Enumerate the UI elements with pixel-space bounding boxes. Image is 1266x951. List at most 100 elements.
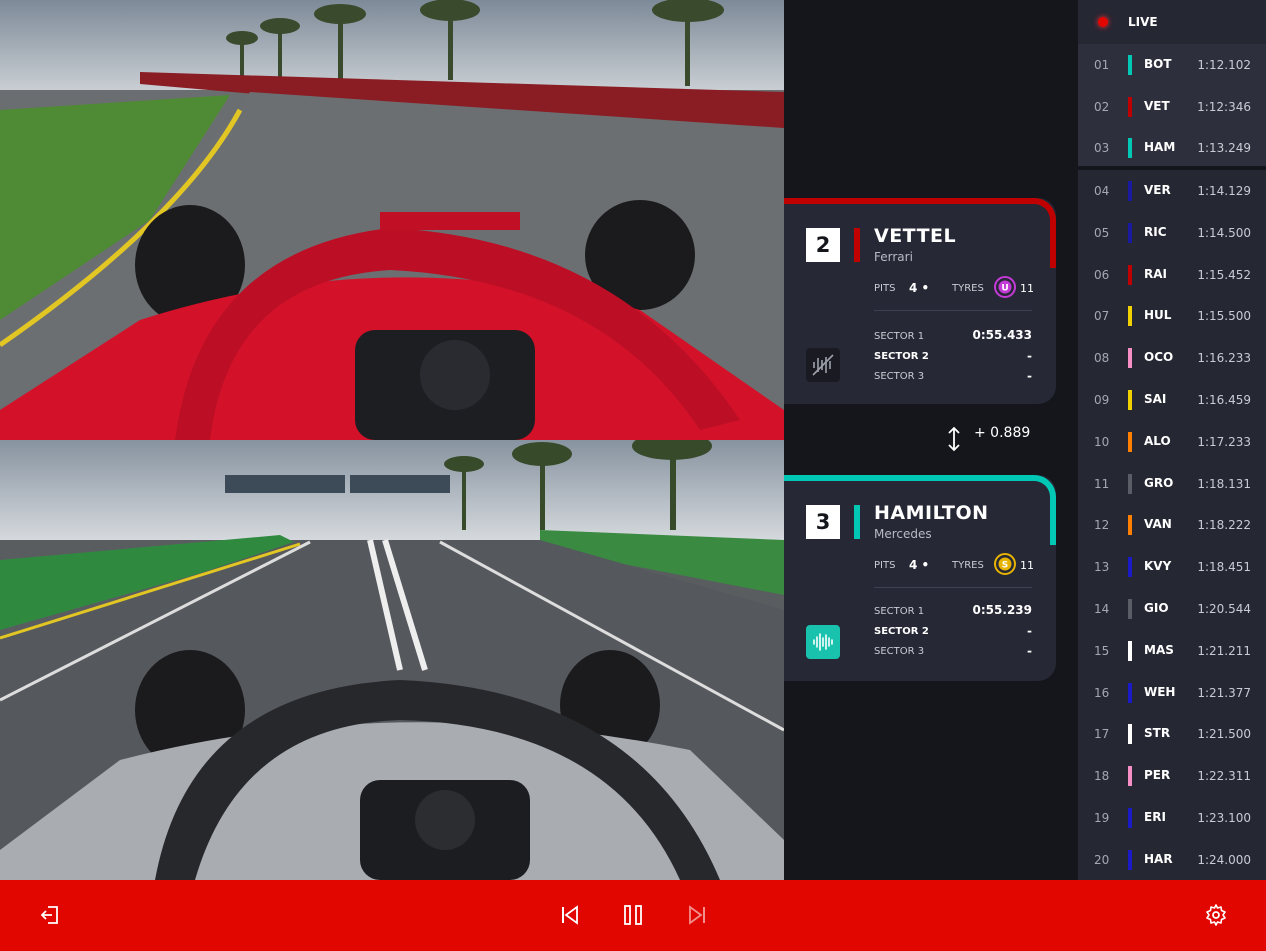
sector-3-time: - (1027, 644, 1032, 658)
team-color-bar (854, 228, 860, 262)
team-color-bar (1128, 222, 1132, 243)
sector-3-time: - (1027, 369, 1032, 383)
lap-time: 1:18.131 (1197, 476, 1251, 491)
row-position: 14 (1094, 602, 1110, 616)
leaderboard-row[interactable]: 13 KVY 1:18.451 (1078, 546, 1266, 588)
tyre-compound-icon: S (994, 553, 1016, 575)
sector-1-time: 0:55.433 (972, 328, 1032, 342)
lap-time: 1:21.211 (1197, 643, 1251, 658)
radio-waveform-icon[interactable] (806, 625, 840, 659)
team-color-bar (854, 505, 860, 539)
lap-time: 1:21.500 (1197, 727, 1251, 742)
team-color-bar (1128, 181, 1132, 201)
skip-previous-icon (562, 905, 578, 925)
leaderboard-row[interactable]: 14 GIO 1:20.544 (1078, 588, 1266, 630)
lap-time: 1:15.500 (1197, 309, 1251, 324)
row-position: 01 (1094, 58, 1110, 72)
driver-comparison-panel: 2 VETTEL Ferrari PITS 4 • TYRES U 11 SEC… (784, 0, 1078, 880)
row-position: 17 (1094, 727, 1110, 742)
sector-2-label: SECTOR 2 (874, 351, 929, 362)
previous-button[interactable] (556, 901, 584, 929)
driver-code: OCO (1144, 350, 1174, 365)
driver-code: RIC (1144, 224, 1167, 239)
radio-muted-icon[interactable] (806, 348, 840, 382)
driver-code: KVY (1144, 559, 1172, 574)
row-position: 09 (1094, 393, 1110, 407)
row-position: 11 (1094, 476, 1110, 491)
pits-label: PITS (874, 560, 896, 571)
lap-time: 1:23.100 (1197, 811, 1251, 825)
row-position: 19 (1094, 811, 1110, 825)
row-position: 05 (1094, 225, 1110, 240)
team-color-bar (1128, 264, 1132, 285)
leaderboard-row[interactable]: 10 ALO 1:17.233 (1078, 421, 1266, 463)
leaderboard-row[interactable]: 01 BOT 1:12.102 (1078, 44, 1266, 86)
sector-3-label: SECTOR 3 (874, 646, 925, 657)
row-position: 08 (1094, 351, 1110, 366)
tyres-label: TYRES (952, 283, 984, 294)
row-position: 13 (1094, 560, 1110, 575)
leaderboard-row[interactable]: 04 VER 1:14.129 (1078, 170, 1266, 212)
leaderboard-row[interactable]: 18 PER 1:22.311 (1078, 755, 1266, 797)
leaderboard-row[interactable]: 12 VAN 1:18.222 (1078, 504, 1266, 546)
team-color-bar (1128, 138, 1132, 158)
driver-code: PER (1144, 768, 1171, 783)
position-badge: 2 (806, 228, 840, 262)
team-color-bar (1128, 682, 1132, 703)
leaderboard-row[interactable]: 05 RIC 1:14.500 (1078, 212, 1266, 254)
driver-code: HUL (1144, 308, 1172, 323)
sector-1-time: 0:55.239 (972, 603, 1032, 617)
leaderboard-row[interactable]: 19 ERI 1:23.100 (1078, 797, 1266, 839)
pause-button[interactable] (619, 901, 647, 929)
sector-2-label: SECTOR 2 (874, 626, 929, 637)
lap-time: 1:18.222 (1197, 518, 1251, 533)
leaderboard-row[interactable]: 02 VET 1:12:346 (1078, 85, 1266, 128)
driver-code: MAS (1144, 642, 1174, 657)
podium-divider (1078, 166, 1266, 170)
leaderboard-row[interactable]: 17 STR 1:21.500 (1078, 713, 1266, 755)
onboard-camera-vettel[interactable] (0, 0, 784, 440)
row-position: 18 (1094, 769, 1110, 784)
lap-time: 1:15.452 (1197, 267, 1251, 282)
lap-time: 1:12.102 (1197, 58, 1251, 72)
driver-card-vettel[interactable]: 2 VETTEL Ferrari PITS 4 • TYRES U 11 SEC… (784, 198, 1056, 404)
team-color-bar (1128, 766, 1132, 787)
ferrari-onboard-image (0, 0, 784, 440)
exit-button[interactable] (36, 901, 64, 929)
settings-button[interactable] (1202, 901, 1230, 929)
leaderboard-row[interactable]: 09 SAI 1:16.459 (1078, 379, 1266, 421)
sector-1-label: SECTOR 1 (874, 331, 925, 342)
mercedes-onboard-image (0, 440, 784, 880)
lap-time: 1:24.000 (1197, 852, 1251, 867)
lap-time: 1:17.233 (1197, 434, 1251, 449)
leaderboard-row[interactable]: 03 HAM 1:13.249 (1078, 127, 1266, 169)
team-color-bar (1128, 431, 1132, 452)
team-color-bar (1128, 849, 1132, 870)
row-position: 03 (1094, 141, 1110, 155)
row-position: 12 (1094, 518, 1110, 533)
team-color-bar (1128, 55, 1132, 75)
exit-icon (40, 906, 58, 924)
leaderboard-row[interactable]: 20 HAR 1:24.000 (1078, 839, 1266, 881)
position-badge: 3 (806, 505, 840, 539)
swap-vertical-icon (948, 426, 960, 452)
lap-time: 1:21.377 (1197, 685, 1251, 700)
leaderboard-row[interactable]: 11 GRO 1:18.131 (1078, 463, 1266, 505)
leaderboard-row[interactable]: 07 HUL 1:15.500 (1078, 295, 1266, 337)
onboard-camera-hamilton[interactable] (0, 440, 784, 880)
leaderboard-row[interactable]: 06 RAI 1:15.452 (1078, 254, 1266, 296)
row-position: 20 (1094, 852, 1110, 867)
leaderboard-row[interactable]: 16 WEH 1:21.377 (1078, 672, 1266, 714)
leaderboard-row[interactable]: 08 OCO 1:16.233 (1078, 337, 1266, 379)
tyre-compound-icon: U (994, 276, 1016, 298)
driver-code: ERI (1144, 810, 1166, 824)
driver-code: BOT (1144, 57, 1172, 71)
driver-code: VET (1144, 98, 1170, 113)
driver-code: HAM (1144, 140, 1176, 154)
row-position: 15 (1094, 643, 1110, 658)
skip-next-icon (689, 905, 705, 925)
team-color-bar (1128, 348, 1132, 369)
next-button[interactable] (683, 901, 711, 929)
leaderboard-row[interactable]: 15 MAS 1:21.211 (1078, 630, 1266, 672)
driver-card-hamilton[interactable]: 3 HAMILTON Mercedes PITS 4 • TYRES S 11 … (784, 475, 1056, 681)
